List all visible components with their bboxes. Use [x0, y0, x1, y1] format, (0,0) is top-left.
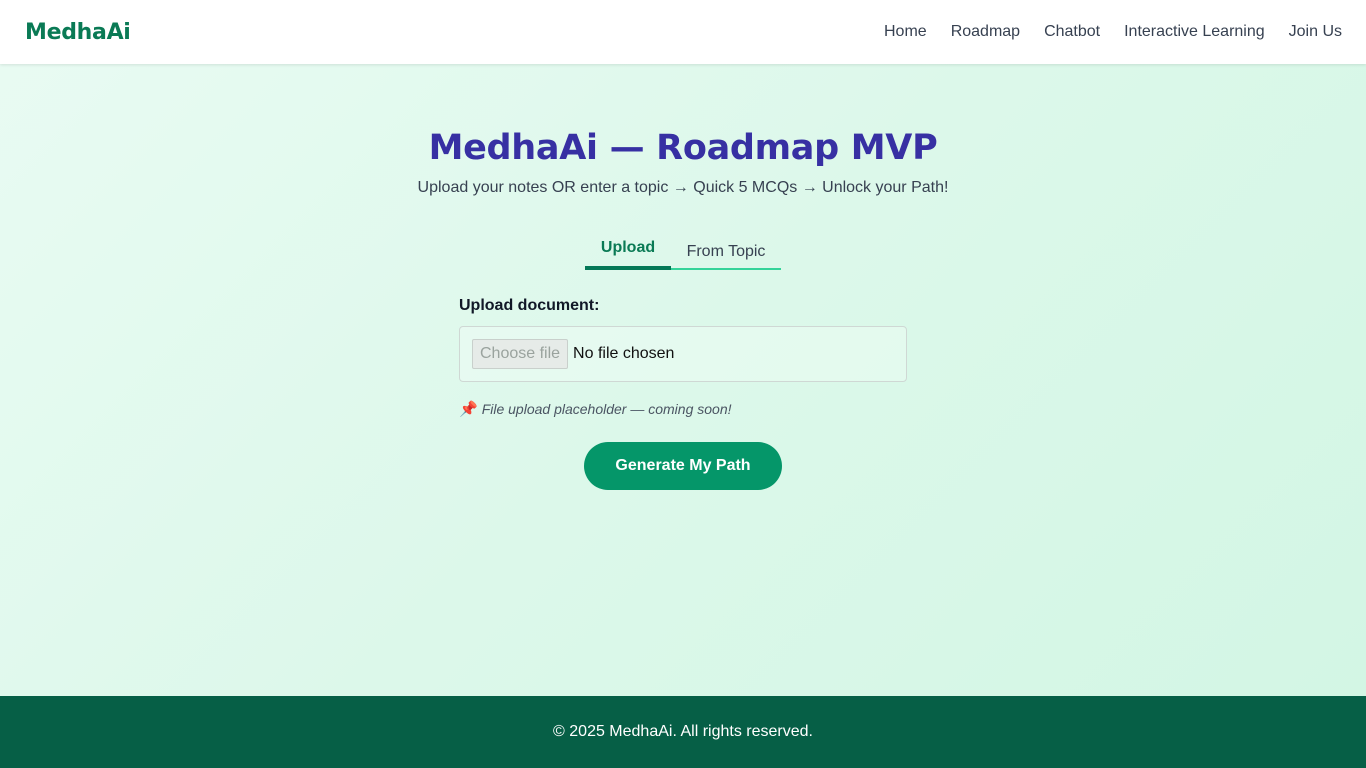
tab-upload[interactable]: Upload: [585, 232, 671, 270]
file-input[interactable]: Choose file No file chosen: [459, 326, 907, 382]
nav-roadmap-link[interactable]: Roadmap: [951, 23, 1020, 41]
page-footer: © 2025 MedhaAi. All rights reserved.: [0, 696, 1366, 768]
tab-from-topic[interactable]: From Topic: [671, 232, 781, 270]
nav-interactive-learning-link[interactable]: Interactive Learning: [1124, 23, 1265, 41]
mode-tabs: Upload From Topic: [585, 232, 781, 270]
upload-placeholder-note: 📌 File upload placeholder — coming soon!: [459, 400, 732, 418]
generate-path-button[interactable]: Generate My Path: [584, 442, 782, 490]
main-content: MedhaAi — Roadmap MVP Upload your notes …: [0, 64, 1366, 696]
footer-copyright: © 2025 MedhaAi. All rights reserved.: [553, 723, 813, 740]
main-nav: Home Roadmap Chatbot Interactive Learnin…: [884, 23, 1342, 41]
top-navbar: MedhaAi Home Roadmap Chatbot Interactive…: [0, 0, 1366, 64]
upload-document-label: Upload document:: [459, 297, 600, 314]
choose-file-button[interactable]: Choose file: [472, 339, 569, 369]
nav-join-us-link[interactable]: Join Us: [1289, 23, 1342, 41]
pushpin-icon: 📌: [459, 401, 478, 418]
nav-chatbot-link[interactable]: Chatbot: [1044, 23, 1100, 41]
nav-home-link[interactable]: Home: [884, 23, 927, 41]
note-text: File upload placeholder — coming soon!: [481, 401, 732, 417]
brand-logo[interactable]: MedhaAi: [25, 20, 131, 45]
page-subtitle: Upload your notes OR enter a topic → Qui…: [417, 179, 949, 196]
page-title: MedhaAi — Roadmap MVP: [428, 128, 938, 168]
file-status-text: No file chosen: [573, 345, 675, 362]
